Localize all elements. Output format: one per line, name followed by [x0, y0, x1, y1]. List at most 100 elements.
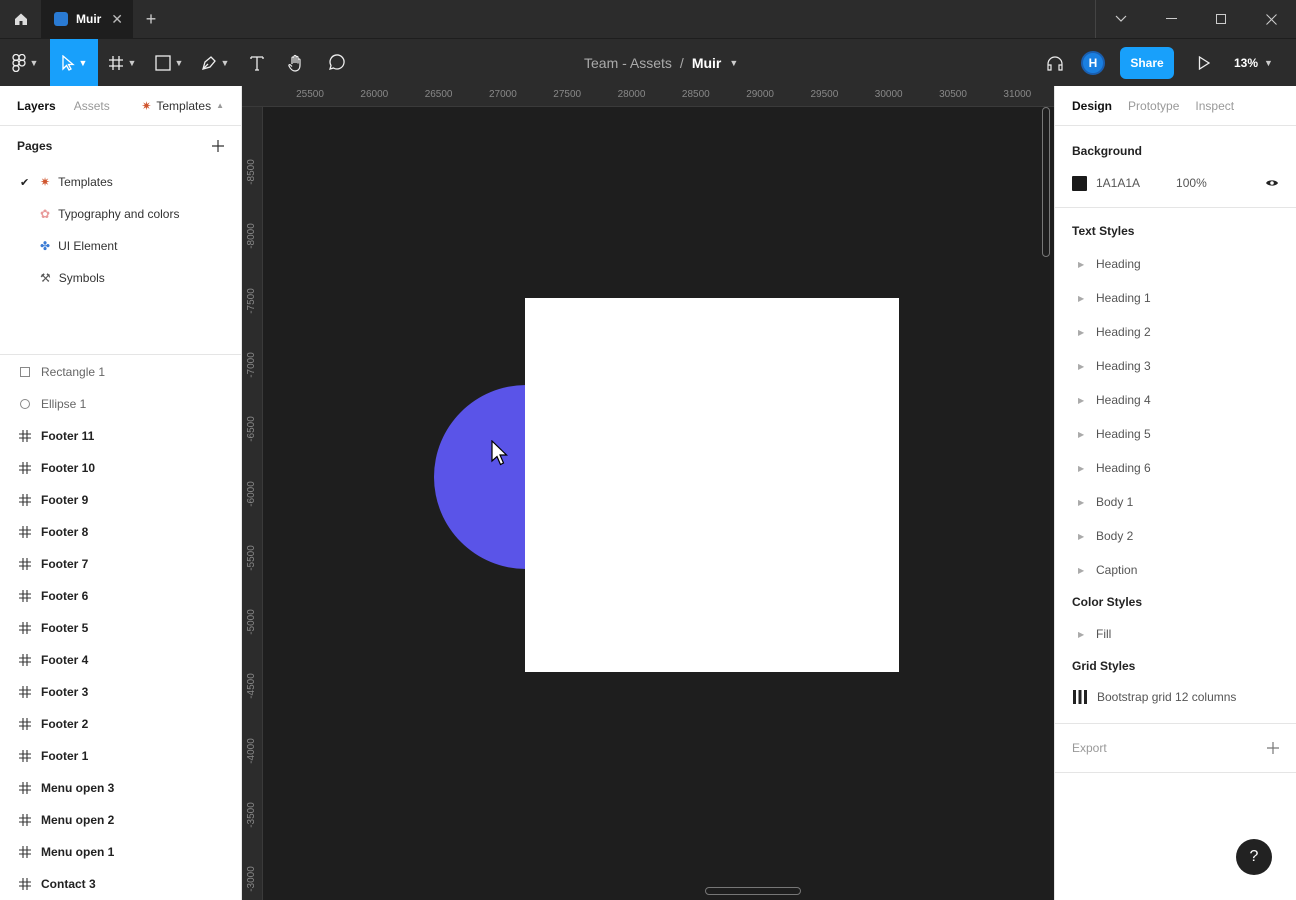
avatar[interactable]: H: [1081, 51, 1105, 75]
tab-assets[interactable]: Assets: [74, 99, 110, 113]
ruler-tick-label: 26000: [360, 89, 389, 100]
maximize-button[interactable]: [1196, 0, 1246, 38]
add-export-icon[interactable]: [1267, 742, 1279, 754]
starburst-icon: ✷: [40, 175, 51, 189]
tab-inspect[interactable]: Inspect: [1195, 99, 1234, 113]
comment-tool[interactable]: [316, 39, 356, 87]
layer-item[interactable]: Footer 2: [0, 708, 241, 740]
text-style-item[interactable]: ▶ Heading: [1055, 247, 1296, 281]
close-tab-icon[interactable]: ✕: [111, 11, 123, 28]
layer-item[interactable]: Footer 11: [0, 420, 241, 452]
tab-layers[interactable]: Layers: [17, 99, 56, 113]
text-styles-title: Text Styles: [1072, 224, 1135, 238]
text-style-item[interactable]: ▶ Body 2: [1055, 519, 1296, 553]
layer-item[interactable]: Footer 7: [0, 548, 241, 580]
layer-item[interactable]: Menu open 2: [0, 804, 241, 836]
text-style-item[interactable]: ▶ Heading 4: [1055, 383, 1296, 417]
text-style-item[interactable]: ▶ Caption: [1055, 553, 1296, 587]
layer-item[interactable]: Ellipse 1: [0, 388, 241, 420]
text-style-item[interactable]: ▶ Heading 3: [1055, 349, 1296, 383]
tab-muir[interactable]: Muir ✕: [41, 0, 133, 38]
text-style-item[interactable]: ▶ Heading 5: [1055, 417, 1296, 451]
chevron-down-icon[interactable]: [1096, 0, 1146, 38]
text-style-item[interactable]: ▶ Body 1: [1055, 485, 1296, 519]
layer-item[interactable]: Menu open 1: [0, 836, 241, 868]
layer-item[interactable]: Footer 6: [0, 580, 241, 612]
layer-item[interactable]: Footer 3: [0, 676, 241, 708]
page-item-typography[interactable]: ✿ Typography and colors: [0, 198, 241, 230]
layer-item[interactable]: Contact 3: [0, 868, 241, 900]
page-switcher[interactable]: ✷ Templates ▲: [141, 99, 224, 113]
figma-logo-icon: [11, 53, 26, 72]
canvas[interactable]: [263, 107, 1054, 900]
layer-label: Menu open 1: [41, 845, 115, 859]
layer-label: Rectangle 1: [41, 365, 106, 379]
layer-label: Footer 2: [41, 717, 89, 731]
pen-tool[interactable]: ▼: [192, 39, 238, 87]
grid-style-bootstrap[interactable]: Bootstrap grid 12 columns: [1055, 681, 1296, 713]
pages-title: Pages: [17, 139, 53, 153]
ruler-tick-label: 31000: [1003, 89, 1032, 100]
rectangle-1[interactable]: [525, 298, 899, 672]
home-button[interactable]: [0, 0, 41, 38]
main-menu-button[interactable]: ▼: [0, 39, 50, 87]
title-separator: /: [679, 55, 684, 71]
share-button[interactable]: Share: [1120, 47, 1174, 79]
frame-icon: [19, 846, 31, 858]
layer-item[interactable]: Footer 10: [0, 452, 241, 484]
new-tab-button[interactable]: +: [133, 0, 169, 38]
layer-item[interactable]: Footer 1: [0, 740, 241, 772]
style-label: Heading 3: [1096, 359, 1151, 373]
chevron-down-icon[interactable]: ▼: [729, 58, 738, 68]
hand-tool[interactable]: [276, 39, 316, 87]
shape-tool[interactable]: ▼: [146, 39, 192, 87]
layer-item[interactable]: Menu open 3: [0, 772, 241, 804]
text-style-item[interactable]: ▶ Heading 2: [1055, 315, 1296, 349]
page-item-ui-element[interactable]: ✤ UI Element: [0, 230, 241, 262]
color-styles-title: Color Styles: [1072, 595, 1143, 609]
vertical-scrollbar[interactable]: [1042, 107, 1050, 257]
ruler-tick-label: -4000: [246, 737, 257, 764]
background-swatch[interactable]: [1072, 175, 1087, 191]
page-item-symbols[interactable]: ⚒ Symbols: [0, 262, 241, 294]
horizontal-scrollbar[interactable]: [705, 887, 801, 895]
eye-icon[interactable]: [1265, 178, 1279, 188]
background-title: Background: [1072, 144, 1143, 158]
layer-label: Footer 4: [41, 653, 89, 667]
audio-button[interactable]: [1035, 55, 1075, 71]
play-icon: [1198, 56, 1210, 70]
text-tool[interactable]: [238, 39, 276, 87]
layer-item[interactable]: Footer 9: [0, 484, 241, 516]
minimize-icon: [1165, 18, 1177, 19]
background-hex[interactable]: 1A1A1A: [1096, 176, 1140, 190]
cursor-arrow-icon: [61, 54, 75, 71]
hand-icon: [288, 54, 301, 72]
help-button[interactable]: ?: [1236, 839, 1272, 875]
ruler-tick-label: -8000: [246, 223, 257, 250]
file-name[interactable]: Muir: [692, 55, 722, 71]
tab-design[interactable]: Design: [1072, 99, 1112, 113]
tab-prototype[interactable]: Prototype: [1128, 99, 1179, 113]
zoom-menu[interactable]: 13% ▼: [1234, 56, 1292, 70]
move-tool[interactable]: ▼: [50, 38, 98, 87]
text-style-item[interactable]: ▶ Heading 6: [1055, 451, 1296, 485]
team-name[interactable]: Team - Assets: [584, 55, 672, 71]
layer-item[interactable]: Footer 8: [0, 516, 241, 548]
vertical-ruler: -8500 -8000 -7500 -7000 -6500 -6000 -5500 -5000…: [242, 107, 263, 900]
minimize-button[interactable]: [1146, 0, 1196, 38]
frame-tool[interactable]: ▼: [98, 39, 146, 87]
present-button[interactable]: [1174, 56, 1234, 70]
layer-item[interactable]: Footer 4: [0, 644, 241, 676]
add-page-icon[interactable]: [212, 140, 224, 152]
page-item-templates[interactable]: ✔ ✷ Templates: [0, 166, 241, 198]
close-window-button[interactable]: [1246, 0, 1296, 38]
color-style-fill[interactable]: ▶ Fill: [1055, 617, 1296, 651]
rectangle-icon: [19, 367, 31, 377]
caret-right-icon: ▶: [1078, 327, 1085, 337]
background-opacity[interactable]: 100%: [1176, 176, 1207, 190]
layer-item[interactable]: Footer 5: [0, 612, 241, 644]
layer-item[interactable]: Rectangle 1: [0, 356, 241, 388]
toolbar-right: H Share 13% ▼: [1035, 39, 1296, 87]
ruler-tick-label: 30500: [939, 89, 967, 100]
text-style-item[interactable]: ▶ Heading 1: [1055, 281, 1296, 315]
